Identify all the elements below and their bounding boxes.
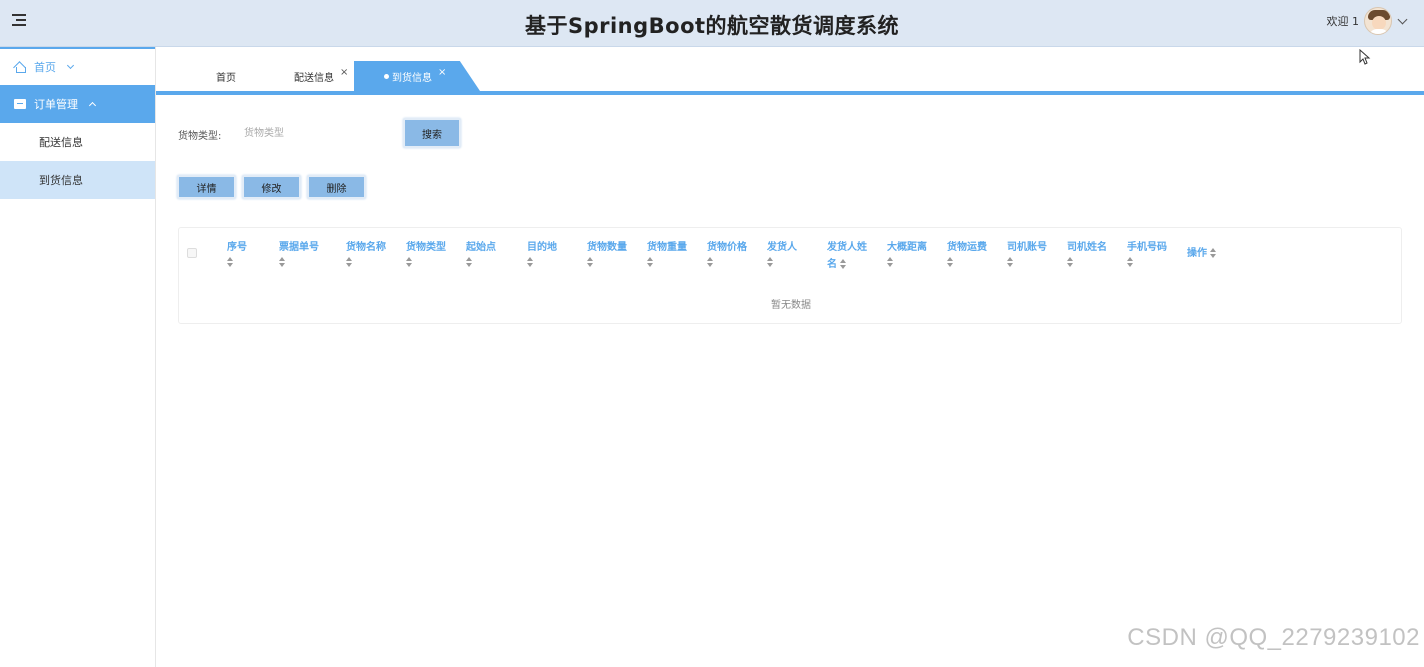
data-table: 序号 票据单号 货物名称 货物类型 起始点 目的地 货物数量 货物重量 货物价格…: [178, 227, 1402, 324]
sidebar-item-arrival[interactable]: 到货信息: [0, 161, 155, 199]
sort-icon[interactable]: [406, 257, 413, 267]
sidebar-item-label: 配送信息: [39, 136, 83, 149]
sort-icon[interactable]: [1007, 257, 1014, 267]
sort-icon[interactable]: [587, 257, 594, 267]
app-header: 基于SpringBoot的航空散货调度系统 欢迎 1: [0, 0, 1424, 47]
column-header[interactable]: 操作: [1187, 245, 1217, 262]
sort-icon[interactable]: [647, 257, 654, 267]
detail-button[interactable]: 详情: [177, 175, 236, 199]
user-menu[interactable]: 欢迎 1: [1326, 6, 1408, 36]
column-header[interactable]: 货物类型: [406, 239, 446, 267]
sort-icon[interactable]: [1127, 257, 1134, 267]
cargo-type-input[interactable]: [236, 120, 396, 146]
column-header[interactable]: 起始点: [466, 239, 496, 267]
sidebar-item-delivery[interactable]: 配送信息: [0, 123, 155, 161]
tab-home[interactable]: 首页: [216, 61, 236, 91]
sort-icon[interactable]: [346, 257, 353, 267]
column-header[interactable]: 货物名称: [346, 239, 386, 267]
column-header[interactable]: 货物价格: [707, 239, 747, 267]
sort-icon[interactable]: [1210, 248, 1217, 258]
sort-icon[interactable]: [707, 257, 714, 267]
column-header[interactable]: 货物运费: [947, 239, 987, 267]
column-header[interactable]: 手机号码: [1127, 239, 1167, 267]
sidebar-item-home[interactable]: 首页: [0, 49, 155, 85]
search-button[interactable]: 搜索: [403, 118, 461, 148]
column-header[interactable]: 大概距离: [887, 239, 927, 267]
app-title: 基于SpringBoot的航空散货调度系统: [524, 14, 900, 38]
sort-icon[interactable]: [466, 257, 473, 267]
sort-icon[interactable]: [279, 257, 286, 267]
edit-button[interactable]: 修改: [242, 175, 301, 199]
close-icon[interactable]: ×: [438, 67, 446, 78]
column-header[interactable]: 发货人: [767, 239, 797, 267]
archive-icon: [14, 99, 26, 109]
column-header[interactable]: 司机姓名: [1067, 239, 1107, 267]
tab-arrival[interactable]: 到货信息 ×: [354, 61, 480, 91]
chevron-up-icon: [88, 101, 97, 110]
column-header[interactable]: 货物数量: [587, 239, 627, 267]
chevron-down-icon: [66, 61, 75, 70]
tab-label: 到货信息: [392, 72, 432, 84]
sidebar-item-label: 订单管理: [34, 98, 78, 111]
delete-button[interactable]: 删除: [307, 175, 366, 199]
sort-icon[interactable]: [887, 257, 894, 267]
welcome-text: 欢迎 1: [1326, 15, 1360, 28]
sort-icon[interactable]: [840, 259, 847, 269]
column-header[interactable]: 发货人姓名: [827, 239, 873, 273]
sort-icon[interactable]: [947, 257, 954, 267]
sort-icon[interactable]: [767, 257, 774, 267]
column-header[interactable]: 票据单号: [279, 239, 319, 267]
tab-label: 首页: [216, 72, 236, 84]
close-icon[interactable]: ×: [340, 67, 348, 78]
column-header[interactable]: 目的地: [527, 239, 557, 267]
tab-delivery[interactable]: 配送信息 ×: [294, 61, 348, 91]
tab-bar: 首页 配送信息 × 到货信息 ×: [156, 47, 1424, 91]
tab-label: 配送信息: [294, 72, 334, 84]
sidebar-item-label: 到货信息: [39, 174, 83, 187]
sidebar-item-orders[interactable]: 订单管理: [0, 85, 155, 123]
select-all-checkbox[interactable]: [187, 248, 197, 258]
chevron-down-icon[interactable]: [1397, 14, 1408, 24]
column-header[interactable]: 司机账号: [1007, 239, 1047, 267]
search-label: 货物类型:: [178, 131, 222, 142]
sidebar: 首页 订单管理 配送信息 到货信息: [0, 47, 156, 667]
tab-underline: [156, 91, 1424, 95]
home-icon: [14, 61, 26, 73]
sort-icon[interactable]: [527, 257, 534, 267]
column-header[interactable]: 货物重量: [647, 239, 687, 267]
watermark: CSDN @QQ_2279239102: [1127, 624, 1420, 651]
column-header[interactable]: 序号: [227, 239, 247, 267]
avatar[interactable]: [1364, 7, 1392, 35]
sidebar-item-label: 首页: [34, 61, 56, 74]
empty-state-text: 暂无数据: [771, 300, 811, 311]
sort-icon[interactable]: [1067, 257, 1074, 267]
active-dot-icon: [384, 73, 389, 79]
sort-icon[interactable]: [227, 257, 234, 267]
